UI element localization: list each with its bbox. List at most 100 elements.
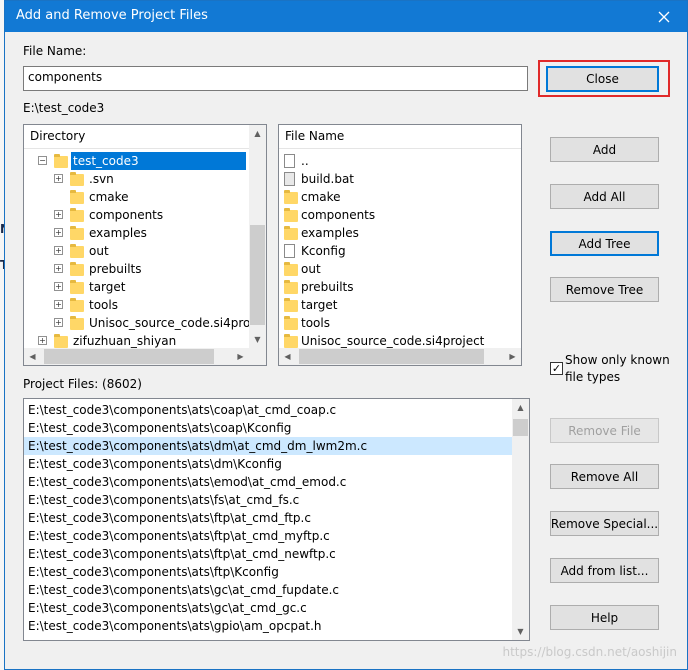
project-file-row[interactable]: E:\test_code3\components\ats\ftp\Kconfig [24,563,512,581]
project-files-list: E:\test_code3\components\ats\coap\at_cmd… [23,398,530,641]
file-list-item[interactable]: components [279,206,521,224]
project-file-row[interactable]: E:\test_code3\components\ats\gc\at_cmd_g… [24,599,512,617]
project-file-row[interactable]: E:\test_code3\components\ats\coap\Kconfi… [24,419,512,437]
expand-icon[interactable]: + [54,228,63,237]
file-item-label: components [301,208,376,222]
file-item-label: prebuilts [301,280,354,294]
file-list-item[interactable]: .. [279,152,521,170]
directory-tree-item[interactable]: + prebuilts [24,260,249,278]
file-name-label: File Name: [23,44,87,58]
project-files-scroll-thumb[interactable] [513,419,528,436]
directory-tree-item[interactable]: + examples [24,224,249,242]
file-name-input[interactable]: components [23,66,528,91]
directory-tree-item[interactable]: + .svn [24,170,249,188]
file-list-item[interactable]: examples [279,224,521,242]
file-icon [284,154,295,168]
remove-file-button[interactable]: Remove File [550,418,659,443]
show-known-types-checkbox[interactable]: ✓ [550,362,563,375]
add-all-button[interactable]: Add All [550,184,659,209]
expand-icon[interactable]: + [54,246,63,255]
project-files-label: Project Files: (8602) [23,377,142,391]
scroll-right-icon[interactable]: ▶ [232,348,249,365]
project-file-row[interactable]: E:\test_code3\components\ats\gpio\am_opc… [24,617,512,635]
scroll-up-icon[interactable]: ▲ [512,399,529,416]
file-name-column-header[interactable]: File Name [279,125,521,149]
expand-icon[interactable]: + [38,336,47,345]
add-from-list-button[interactable]: Add from list... [550,558,659,583]
expand-icon[interactable]: + [54,318,63,327]
show-known-types-label[interactable]: Show only known file types [565,352,675,386]
watermark: https://blog.csdn.net/aoshijin [502,645,677,659]
remove-special-button[interactable]: Remove Special... [550,511,659,536]
project-file-row[interactable]: E:\test_code3\components\ats\coap\at_cmd… [24,401,512,419]
file-horizontal-scrollbar[interactable]: ◀ ▶ [279,348,521,365]
folder-icon [54,334,68,348]
add-button[interactable]: Add [550,137,659,162]
batch-file-icon [284,172,295,186]
directory-tree-item[interactable]: + out [24,242,249,260]
expand-icon[interactable]: + [54,264,63,273]
folder-icon [70,190,84,204]
folder-icon [70,244,84,258]
directory-column-header[interactable]: Directory [24,125,249,149]
directory-item-label: prebuilts [89,262,142,276]
directory-horizontal-scrollbar[interactable]: ◀ ▶ [24,348,266,365]
project-file-row[interactable]: E:\test_code3\components\ats\dm\at_cmd_d… [24,437,512,455]
directory-scroll-thumb[interactable] [250,225,265,325]
directory-item-label: .svn [89,172,114,186]
directory-hscroll-thumb[interactable] [44,349,214,364]
folder-icon [284,316,298,330]
directory-tree-item[interactable]: + Unisoc_source_code.si4proj [24,314,254,332]
add-tree-button[interactable]: Add Tree [550,231,659,256]
folder-icon [54,154,68,168]
project-file-row[interactable]: E:\test_code3\components\ats\gc\at_cmd_f… [24,581,512,599]
window-close-button[interactable] [641,1,687,32]
project-file-row[interactable]: E:\test_code3\components\ats\dm\Kconfig [24,455,512,473]
folder-icon [284,262,298,276]
close-button[interactable]: Close [546,66,659,92]
project-files-scrollbar[interactable]: ▲ ▼ [512,399,529,640]
expand-icon[interactable]: + [54,174,63,183]
title-bar: Add and Remove Project Files [5,1,687,32]
file-list-item[interactable]: tools [279,314,521,332]
checkmark-icon: ✓ [551,362,562,375]
expand-icon[interactable]: + [54,282,63,291]
directory-tree-item[interactable]: + components [24,206,249,224]
file-list-item[interactable]: cmake [279,188,521,206]
folder-icon [70,172,84,186]
help-button[interactable]: Help [550,605,659,630]
file-list-item[interactable]: target [279,296,521,314]
scroll-down-icon[interactable]: ▼ [249,331,266,348]
remove-tree-button[interactable]: Remove Tree [550,277,659,302]
close-icon [658,11,670,22]
project-file-row[interactable]: E:\test_code3\components\ats\ftp\at_cmd_… [24,509,512,527]
scroll-right-icon[interactable]: ▶ [504,348,521,365]
directory-tree-item[interactable]: + target [24,278,249,296]
scroll-down-icon[interactable]: ▼ [512,623,529,640]
scroll-up-icon[interactable]: ▲ [249,125,266,142]
directory-tree-item[interactable]: + tools [24,296,249,314]
file-icon [284,244,295,258]
directory-tree-item[interactable]: − test_code3 [24,152,249,170]
directory-vertical-scrollbar[interactable]: ▲ ▼ [249,125,266,348]
project-file-row[interactable]: E:\test_code3\components\ats\fs\at_cmd_f… [24,491,512,509]
project-file-row[interactable]: E:\test_code3\components\ats\ftp\at_cmd_… [24,527,512,545]
file-list-item[interactable]: out [279,260,521,278]
scroll-left-icon[interactable]: ◀ [24,348,41,365]
file-list-item[interactable]: Kconfig [279,242,521,260]
scroll-left-icon[interactable]: ◀ [279,348,296,365]
project-file-row[interactable]: E:\test_code3\components\ats\ftp\at_cmd_… [24,545,512,563]
project-file-row[interactable]: E:\test_code3\components\ats\emod\at_cmd… [24,473,512,491]
remove-all-button[interactable]: Remove All [550,464,659,489]
file-hscroll-thumb[interactable] [299,349,484,364]
directory-item-label: test_code3 [71,152,246,170]
expand-icon[interactable]: + [54,210,63,219]
folder-icon [70,298,84,312]
collapse-icon[interactable]: − [38,156,47,165]
directory-tree-item[interactable]: cmake [24,188,249,206]
folder-icon [284,208,298,222]
file-list-item[interactable]: prebuilts [279,278,521,296]
expand-icon[interactable]: + [54,300,63,309]
file-list-item[interactable]: build.bat [279,170,521,188]
current-path: E:\test_code3 [23,101,105,115]
